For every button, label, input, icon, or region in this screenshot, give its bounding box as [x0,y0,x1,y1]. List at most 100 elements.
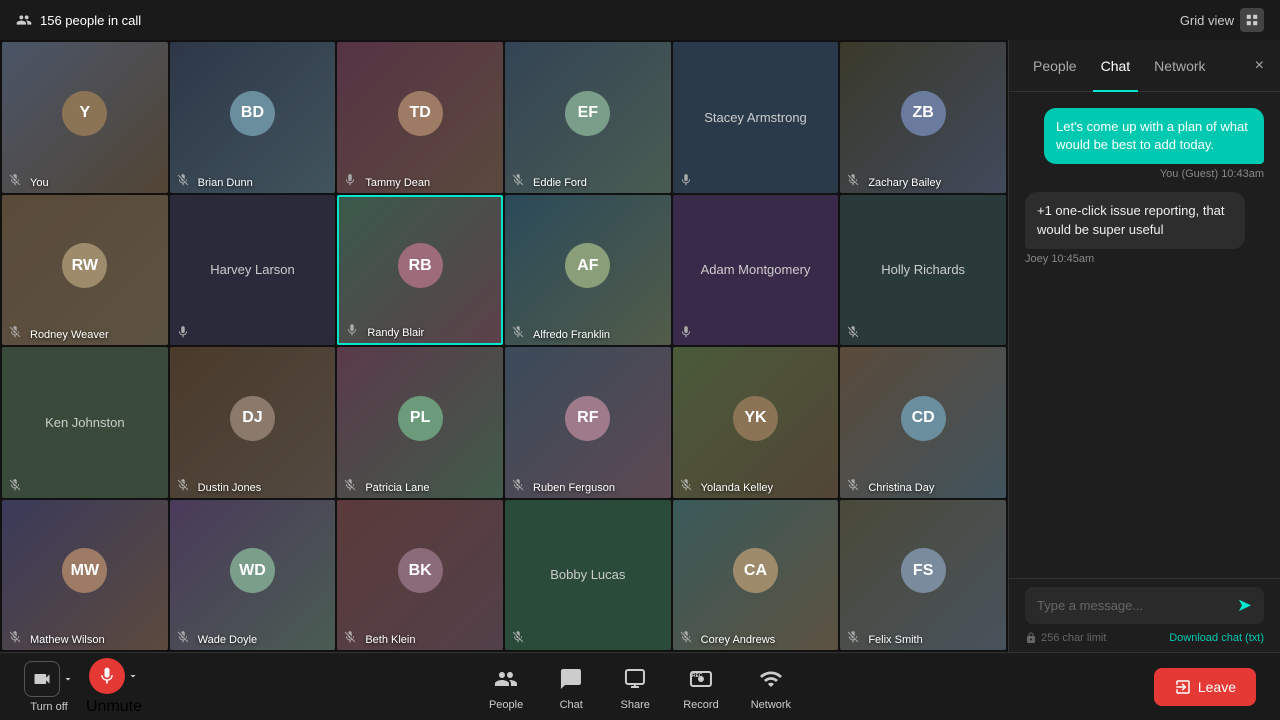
mic-chevron-icon [127,670,139,682]
chat-ctrl-label: Chat [560,699,583,711]
name-label-mathew-wilson: Mathew Wilson [10,634,105,646]
message-meta-1: You (Guest) 10:43am [1160,168,1264,180]
video-cell-rodney-weaver[interactable]: RW Rodney Weaver [2,195,168,346]
grid-view-btn[interactable]: Grid view [1180,8,1264,32]
center-name-adam-montgomery: Adam Montgomery [701,262,811,277]
camera-icon-btn[interactable] [24,661,60,697]
video-grid: Y YouBD Brian DunnTD Tammy DeanEF Eddie … [0,40,1008,652]
center-name-stacey-armstrong: Stacey Armstrong [704,110,807,125]
chat-input[interactable] [1037,598,1229,613]
video-cell-tammy-dean[interactable]: TD Tammy Dean [337,42,503,193]
leave-icon [1174,678,1192,696]
video-cell-bobby-lucas[interactable]: Bobby Lucas [505,500,671,651]
top-bar-left: 156 people in call [16,12,141,28]
name-label-eddie-ford: Eddie Ford [513,177,587,189]
turn-off-label: Turn off [30,701,67,713]
camera-chevron-icon [62,673,74,685]
mic-indicator-holly-richards [844,323,862,341]
video-cell-adam-montgomery[interactable]: Adam Montgomery [673,195,839,346]
share-ctrl-btn[interactable]: Share [619,663,651,711]
video-cell-eddie-ford[interactable]: EF Eddie Ford [505,42,671,193]
center-name-ken-johnston: Ken Johnston [45,415,125,430]
mic-indicator-harvey-larson [174,323,192,341]
video-cell-christina-day[interactable]: CD Christina Day [840,347,1006,498]
video-cell-wade-doyle[interactable]: WD Wade Doyle [170,500,336,651]
video-cell-dustin-jones[interactable]: DJ Dustin Jones [170,347,336,498]
video-cell-felix-smith[interactable]: FS Felix Smith [840,500,1006,651]
name-label-dustin-jones: Dustin Jones [178,482,262,494]
video-cell-randy-blair[interactable]: RB Randy Blair [337,195,503,346]
name-label-wade-doyle: Wade Doyle [178,634,258,646]
network-ctrl-icon [755,663,787,695]
name-label-ruben-ferguson: Ruben Ferguson [513,482,615,494]
panel-tabs: People Chat Network × [1009,40,1280,92]
unmute-btn[interactable]: Unmute [86,658,142,716]
message-other-wrapper: +1 one-click issue reporting, that would… [1025,192,1264,264]
network-ctrl-label: Network [751,699,791,711]
char-limit: 256 char limit [1041,632,1106,644]
name-label-alfredo-franklin: Alfredo Franklin [513,329,610,341]
video-cell-mathew-wilson[interactable]: MW Mathew Wilson [2,500,168,651]
people-ctrl-icon [490,663,522,695]
video-cell-stacey-armstrong[interactable]: Stacey Armstrong [673,42,839,193]
mic-indicator-ken-johnston [6,476,24,494]
center-name-harvey-larson: Harvey Larson [210,262,295,277]
name-label-christina-day: Christina Day [848,482,934,494]
people-ctrl-btn[interactable]: People [489,663,523,711]
video-cell-you[interactable]: Y You [2,42,168,193]
name-label-beth-klein: Beth Klein [345,634,415,646]
network-ctrl-btn[interactable]: Network [751,663,791,711]
message-bubble-2: +1 one-click issue reporting, that would… [1025,192,1245,248]
video-cell-holly-richards[interactable]: Holly Richards [840,195,1006,346]
leave-btn[interactable]: Leave [1154,668,1256,706]
video-cell-yolanda-kelley[interactable]: YK Yolanda Kelley [673,347,839,498]
bottom-bar: Turn off Unmute [0,652,1280,720]
tab-network[interactable]: Network [1146,54,1213,78]
people-ctrl-label: People [489,699,523,711]
mic-indicator-stacey-armstrong [677,171,695,189]
name-label-felix-smith: Felix Smith [848,634,922,646]
name-label-zachary-bailey: Zachary Bailey [848,177,941,189]
name-label-corey-andrews: Corey Andrews [681,634,776,646]
center-name-holly-richards: Holly Richards [881,262,965,277]
svg-text:REC: REC [692,673,703,679]
name-label-randy-blair: Randy Blair [347,327,424,339]
video-area: Y YouBD Brian DunnTD Tammy DeanEF Eddie … [0,40,1008,652]
mic-icon-btn[interactable] [89,658,125,694]
turn-off-btn[interactable]: Turn off [24,661,74,713]
name-label-patricia-lane: Patricia Lane [345,482,429,494]
chat-ctrl-btn[interactable]: Chat [555,663,587,711]
record-ctrl-icon: REC [685,663,717,695]
top-bar: 156 people in call Grid view [0,0,1280,40]
record-ctrl-btn[interactable]: REC Record [683,663,718,711]
download-chat[interactable]: Download chat (txt) [1169,632,1264,644]
share-ctrl-icon [619,663,651,695]
center-name-bobby-lucas: Bobby Lucas [550,567,625,582]
grid-view-label: Grid view [1180,13,1234,28]
name-label-brian-dunn: Brian Dunn [178,177,253,189]
chat-messages: Let's come up with a plan of what would … [1009,92,1280,578]
people-icon [16,12,32,28]
message-own-wrapper: Let's come up with a plan of what would … [1025,108,1264,180]
video-cell-zachary-bailey[interactable]: ZB Zachary Bailey [840,42,1006,193]
mic-indicator-adam-montgomery [677,323,695,341]
video-cell-harvey-larson[interactable]: Harvey Larson [170,195,336,346]
panel-close-btn[interactable]: × [1255,58,1264,74]
lock-icon [1025,632,1037,644]
tab-people[interactable]: People [1025,54,1085,78]
grid-icon [1240,8,1264,32]
name-label-tammy-dean: Tammy Dean [345,177,430,189]
video-cell-brian-dunn[interactable]: BD Brian Dunn [170,42,336,193]
chat-ctrl-icon [555,663,587,695]
video-cell-ruben-ferguson[interactable]: RF Ruben Ferguson [505,347,671,498]
video-cell-patricia-lane[interactable]: PL Patricia Lane [337,347,503,498]
send-button[interactable]: ➤ [1237,595,1252,616]
video-cell-beth-klein[interactable]: BK Beth Klein [337,500,503,651]
video-cell-ken-johnston[interactable]: Ken Johnston [2,347,168,498]
video-cell-corey-andrews[interactable]: CA Corey Andrews [673,500,839,651]
unmute-label: Unmute [86,698,142,716]
tab-chat[interactable]: Chat [1093,54,1139,78]
chat-input-area: ➤ [1009,578,1280,628]
record-ctrl-label: Record [683,699,718,711]
video-cell-alfredo-franklin[interactable]: AF Alfredo Franklin [505,195,671,346]
